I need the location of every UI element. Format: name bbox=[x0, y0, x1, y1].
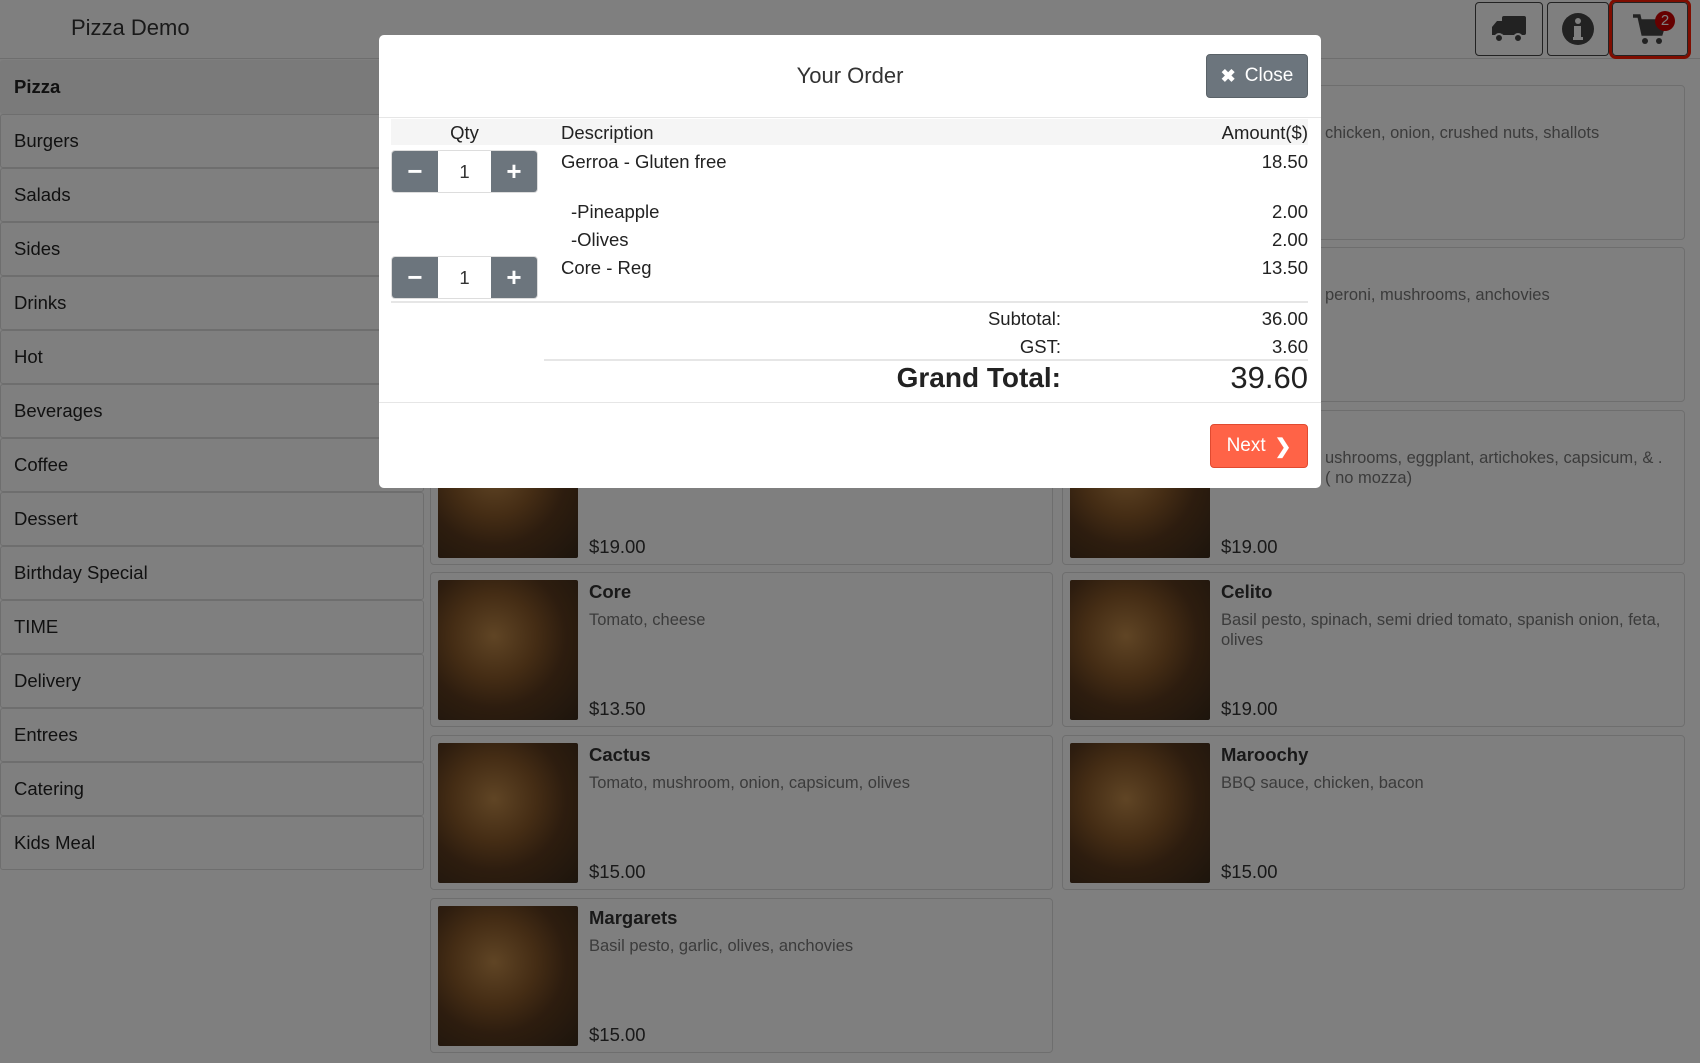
decrease-qty-button[interactable]: − bbox=[392, 257, 438, 298]
grand-total-value: 39.60 bbox=[1230, 360, 1308, 395]
quantity-stepper: − 1 + bbox=[391, 150, 538, 193]
item-amount: 13.50 bbox=[1261, 257, 1308, 278]
close-icon: ✖ bbox=[1220, 65, 1236, 86]
close-button[interactable]: ✖ Close bbox=[1206, 54, 1308, 98]
extra-amount: 2.00 bbox=[1271, 229, 1308, 250]
grand-total-label: Grand Total: bbox=[896, 362, 1061, 393]
gst-value: 3.60 bbox=[1271, 336, 1308, 357]
decrease-qty-button[interactable]: − bbox=[392, 151, 438, 192]
increase-qty-button[interactable]: + bbox=[491, 151, 537, 192]
qty-value[interactable]: 1 bbox=[438, 257, 491, 298]
qty-value[interactable]: 1 bbox=[438, 151, 491, 192]
extra-amount: 2.00 bbox=[1271, 201, 1308, 222]
extra-description: -Pineapple bbox=[571, 201, 660, 222]
item-amount: 18.50 bbox=[1261, 151, 1308, 172]
item-description: Gerroa - Gluten free bbox=[561, 151, 727, 172]
divider bbox=[544, 359, 1308, 361]
subtotal-label: Subtotal: bbox=[987, 308, 1061, 329]
divider bbox=[391, 301, 1308, 303]
gst-label: GST: bbox=[1019, 336, 1061, 357]
description-header: Description bbox=[561, 122, 654, 143]
amount-header: Amount($) bbox=[1221, 122, 1308, 143]
next-button[interactable]: Next ❯ bbox=[1210, 424, 1308, 468]
extra-description: -Olives bbox=[571, 229, 629, 250]
order-modal: Your Order ✖ Close Qty Description Amoun… bbox=[379, 35, 1321, 488]
divider bbox=[379, 402, 1321, 403]
modal-title: Your Order bbox=[796, 63, 904, 88]
qty-header: Qty bbox=[450, 122, 479, 143]
increase-qty-button[interactable]: + bbox=[491, 257, 537, 298]
divider bbox=[379, 117, 1321, 118]
chevron-right-icon: ❯ bbox=[1274, 435, 1292, 458]
item-description: Core - Reg bbox=[561, 257, 652, 278]
quantity-stepper: − 1 + bbox=[391, 256, 538, 299]
subtotal-value: 36.00 bbox=[1261, 308, 1308, 329]
